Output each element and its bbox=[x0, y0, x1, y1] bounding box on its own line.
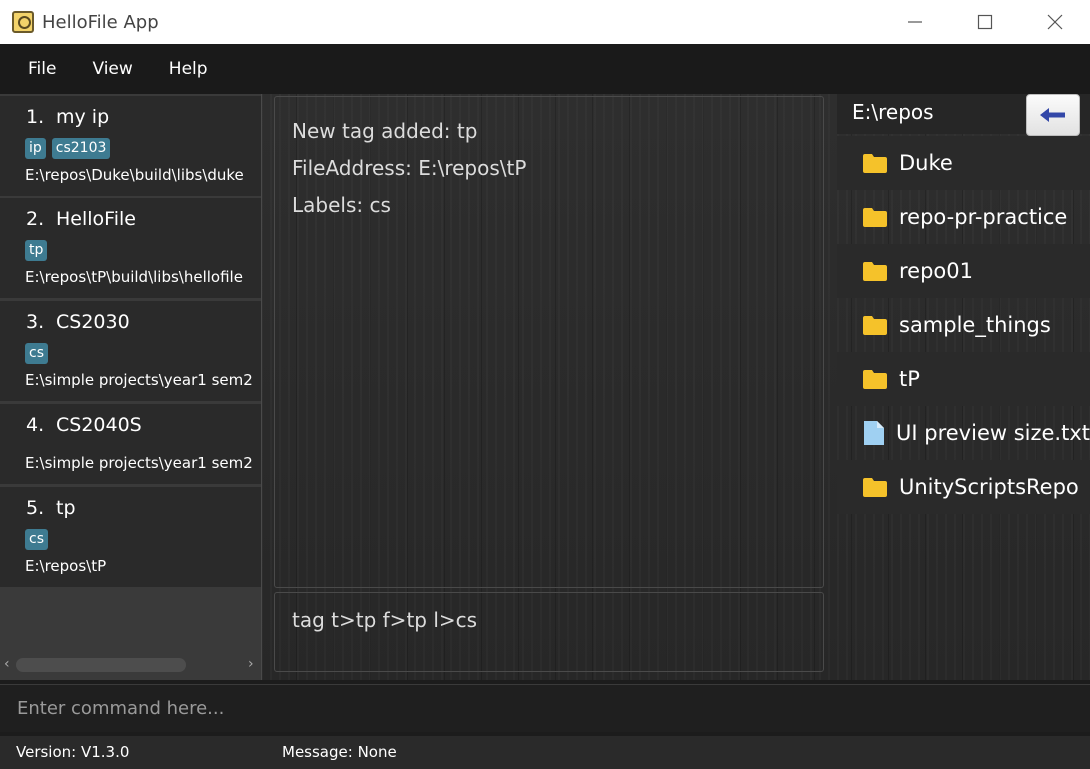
tag-group: tp bbox=[25, 240, 48, 261]
scroll-left-icon[interactable]: ‹ bbox=[4, 656, 10, 672]
last-command-text: tag t>tp f>tp l>cs bbox=[292, 608, 478, 632]
menu-help[interactable]: Help bbox=[151, 59, 226, 79]
tag-group: cs bbox=[25, 343, 48, 364]
list-item-path: E:\repos\tP bbox=[25, 557, 107, 575]
horizontal-scrollbar[interactable]: ‹ › bbox=[0, 654, 261, 676]
file-icon bbox=[863, 421, 884, 445]
list-item-title: 2. HelloFile bbox=[26, 208, 136, 230]
directory-item-folder[interactable]: repo01 bbox=[837, 244, 1090, 298]
result-line: FileAddress: E:\repos\tP bbox=[292, 156, 527, 180]
minimize-icon[interactable] bbox=[880, 0, 950, 44]
version-text: Version: V1.3.0 bbox=[16, 743, 130, 761]
list-item-title: 3. CS2030 bbox=[26, 311, 130, 333]
current-directory-path: E:\repos bbox=[852, 100, 934, 124]
list-item-title: 4. CS2040S bbox=[26, 414, 142, 436]
scrollbar-thumb[interactable] bbox=[16, 658, 186, 672]
menu-file[interactable]: File bbox=[10, 59, 74, 79]
list-item-index: 4. bbox=[26, 414, 45, 436]
list-item[interactable]: 2. HelloFile tp E:\repos\tP\build\libs\he… bbox=[0, 198, 261, 298]
folder-icon bbox=[863, 476, 887, 498]
list-item[interactable]: 1. my ip ip cs2103 E:\repos\Duke\build\li… bbox=[0, 96, 261, 196]
menu-view[interactable]: View bbox=[74, 59, 150, 79]
list-item-index: 5. bbox=[26, 497, 45, 519]
list-item-index: 3. bbox=[26, 311, 45, 333]
tag-badge: cs bbox=[25, 343, 48, 364]
directory-item-folder[interactable]: tP bbox=[837, 352, 1090, 406]
list-item-title: 1. my ip bbox=[26, 106, 109, 128]
tag-group: ip cs2103 bbox=[25, 138, 111, 159]
directory-item-label: repo-pr-practice bbox=[899, 205, 1068, 229]
folder-icon bbox=[863, 368, 887, 390]
scroll-right-icon[interactable]: › bbox=[248, 656, 254, 672]
list-item[interactable]: 3. CS2030 cs E:\simple projects\year1 sem… bbox=[0, 301, 261, 401]
directory-item-label: Duke bbox=[899, 151, 953, 175]
directory-panel: E:\repos Duke repo-pr-practice repo01 sa… bbox=[837, 94, 1090, 680]
tag-badge: tp bbox=[25, 240, 48, 261]
folder-icon bbox=[863, 152, 887, 174]
list-item-index: 1. bbox=[26, 106, 45, 128]
folder-icon bbox=[863, 260, 887, 282]
folder-icon bbox=[863, 206, 887, 228]
status-message: Message: None bbox=[282, 743, 397, 761]
list-item-name: HelloFile bbox=[56, 208, 136, 230]
status-bar: Version: V1.3.0 Message: None bbox=[0, 736, 1090, 769]
directory-header: E:\repos bbox=[837, 94, 1090, 136]
directory-item-file[interactable]: UI preview size.txt bbox=[837, 406, 1090, 460]
command-history-display: tag t>tp f>tp l>cs bbox=[274, 592, 824, 672]
list-item-path: E:\simple projects\year1 sem2 bbox=[25, 371, 253, 389]
list-item-path: E:\simple projects\year1 sem2 bbox=[25, 454, 253, 472]
directory-item-folder[interactable]: repo-pr-practice bbox=[837, 190, 1090, 244]
window-controls bbox=[880, 0, 1090, 44]
tag-badge: cs2103 bbox=[51, 138, 111, 159]
main-area: 1. my ip ip cs2103 E:\repos\Duke\build\li… bbox=[0, 94, 1090, 680]
directory-item-label: repo01 bbox=[899, 259, 973, 283]
result-display: New tag added: tp FileAddress: E:\repos\… bbox=[274, 96, 824, 588]
back-button[interactable] bbox=[1026, 94, 1080, 136]
result-line: Labels: cs bbox=[292, 193, 391, 217]
directory-item-folder[interactable]: UnityScriptsRepo bbox=[837, 460, 1090, 514]
maximize-icon[interactable] bbox=[950, 0, 1020, 44]
command-box bbox=[0, 684, 1090, 732]
result-line: New tag added: tp bbox=[292, 119, 478, 143]
list-item-title: 5. tp bbox=[26, 497, 76, 519]
directory-item-folder[interactable]: Duke bbox=[837, 136, 1090, 190]
list-item-name: CS2040S bbox=[56, 414, 142, 436]
folder-icon bbox=[863, 314, 887, 336]
list-item-path: E:\repos\Duke\build\libs\duke bbox=[25, 166, 244, 184]
app-icon bbox=[12, 11, 34, 33]
list-item-name: tp bbox=[56, 497, 76, 519]
menu-bar: File View Help bbox=[0, 44, 1090, 94]
directory-item-label: UI preview size.txt bbox=[896, 421, 1090, 445]
tag-badge: cs bbox=[25, 529, 48, 550]
close-icon[interactable] bbox=[1020, 0, 1090, 44]
title-bar: HelloFile App bbox=[0, 0, 1090, 44]
window-title: HelloFile App bbox=[42, 11, 159, 33]
tag-badge: ip bbox=[25, 138, 46, 159]
arrow-left-icon bbox=[1040, 108, 1065, 122]
list-item-path: E:\repos\tP\build\libs\hellofile bbox=[25, 268, 243, 286]
directory-item-label: tP bbox=[899, 367, 920, 391]
file-list-panel: 1. my ip ip cs2103 E:\repos\Duke\build\li… bbox=[0, 94, 262, 680]
list-item[interactable]: 5. tp cs E:\repos\tP bbox=[0, 487, 261, 587]
directory-item-folder[interactable]: sample_things bbox=[837, 298, 1090, 352]
tag-group: cs bbox=[25, 529, 48, 550]
list-item[interactable]: 4. CS2040S E:\simple projects\year1 sem2 bbox=[0, 404, 261, 484]
list-item-name: CS2030 bbox=[56, 311, 130, 333]
directory-item-label: UnityScriptsRepo bbox=[899, 475, 1079, 499]
list-item-name: my ip bbox=[56, 106, 110, 128]
list-item-index: 2. bbox=[26, 208, 45, 230]
command-input[interactable] bbox=[0, 687, 1090, 729]
directory-item-label: sample_things bbox=[899, 313, 1051, 337]
